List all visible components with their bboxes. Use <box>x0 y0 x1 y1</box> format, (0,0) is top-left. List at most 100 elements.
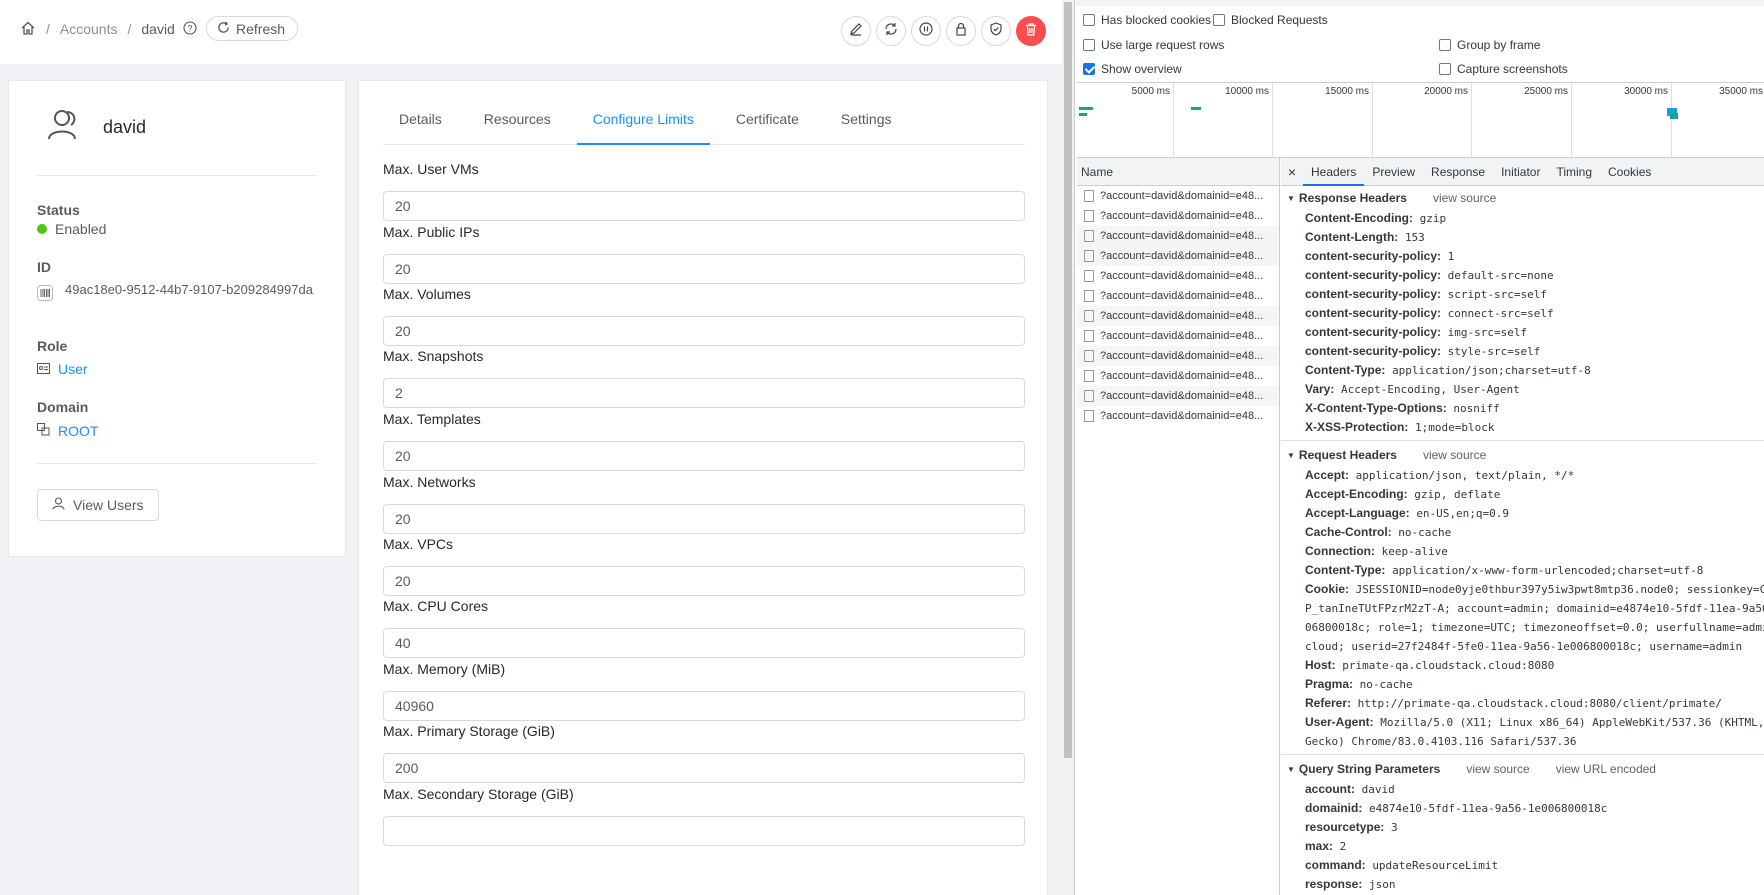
response-headers-section[interactable]: ▼ Response Headers view source <box>1281 187 1764 209</box>
limit-input-networks[interactable]: 20 <box>383 504 1025 534</box>
header-value: gzip <box>1419 212 1447 225</box>
network-overview[interactable]: 5000 ms 10000 ms 15000 ms 20000 ms 25000… <box>1077 82 1764 159</box>
tab-settings[interactable]: Settings <box>825 107 908 145</box>
view-url-encoded-link[interactable]: view URL encoded <box>1556 762 1656 776</box>
divider <box>1281 754 1764 755</box>
request-row[interactable]: ?account=david&domainid=e48... <box>1077 186 1279 206</box>
request-row[interactable]: ?account=david&domainid=e48... <box>1077 286 1279 306</box>
document-icon <box>1084 370 1094 382</box>
delete-account-button[interactable] <box>1016 16 1046 46</box>
breadcrumb-accounts[interactable]: Accounts <box>60 21 118 37</box>
disable-account-button[interactable] <box>911 16 941 46</box>
tab-resources[interactable]: Resources <box>468 107 567 145</box>
tab-cookies[interactable]: Cookies <box>1600 158 1659 186</box>
show-overview-checkbox[interactable]: Show overview <box>1083 62 1182 76</box>
request-row-selected[interactable]: ?account=david&domainid=e48... <box>1077 246 1279 266</box>
request-name: ?account=david&domainid=e48... <box>1100 370 1264 382</box>
header-value: JSESSIONID=node0yje0thbur397y5iw3pwt8mtp… <box>1355 583 1764 596</box>
request-name: ?account=david&domainid=e48... <box>1100 310 1264 322</box>
request-row[interactable]: ?account=david&domainid=e48... <box>1077 266 1279 286</box>
action-buttons <box>841 16 1046 46</box>
limit-input-public-ips[interactable]: 20 <box>383 254 1025 284</box>
header-key: content-security-policy: <box>1305 268 1442 282</box>
header-value: script-src=self <box>1447 288 1547 301</box>
timeline-tick-label: 30000 ms <box>1624 86 1668 97</box>
home-icon[interactable] <box>20 20 36 39</box>
tab-details[interactable]: Details <box>383 107 458 145</box>
tab-initiator[interactable]: Initiator <box>1493 158 1548 186</box>
status-dot <box>37 224 47 234</box>
limit-input-snapshots[interactable]: 2 <box>383 378 1025 408</box>
id-label: ID <box>37 259 51 275</box>
header-key: account: <box>1305 782 1356 796</box>
capture-screenshots-checkbox[interactable]: Capture screenshots <box>1439 62 1568 76</box>
request-marker <box>1670 113 1678 119</box>
request-row[interactable]: ?account=david&domainid=e48... <box>1077 306 1279 326</box>
document-icon <box>1084 390 1094 402</box>
request-row[interactable]: ?account=david&domainid=e48... <box>1077 406 1279 426</box>
limit-secondary-storage: Max. Secondary Storage (GiB) <box>383 786 1025 846</box>
top-bar: / Accounts / david ? Refresh <box>0 0 1062 64</box>
page-scrollbar-thumb[interactable] <box>1064 2 1072 758</box>
limit-input-cpu-cores[interactable]: 40 <box>383 628 1025 658</box>
edit-account-button[interactable] <box>841 16 871 46</box>
request-row[interactable]: ?account=david&domainid=e48... <box>1077 386 1279 406</box>
domain-link[interactable]: ROOT <box>58 423 98 439</box>
tab-timing[interactable]: Timing <box>1548 158 1600 186</box>
limit-input-user-vms[interactable]: 20 <box>383 191 1025 221</box>
limit-input-primary-storage[interactable]: 200 <box>383 753 1025 783</box>
tab-configure-limits[interactable]: Configure Limits <box>576 107 710 145</box>
header-value: 153 <box>1404 231 1425 244</box>
request-row[interactable]: ?account=david&domainid=e48... <box>1077 206 1279 226</box>
header-row: account: david <box>1281 780 1764 799</box>
header-row: Connection: keep-alive <box>1281 542 1764 561</box>
tab-response[interactable]: Response <box>1423 158 1493 186</box>
name-column-header[interactable]: Name <box>1077 158 1279 186</box>
view-source-link[interactable]: view source <box>1466 762 1529 776</box>
security-button[interactable] <box>981 16 1011 46</box>
header-value: application/json;charset=utf-8 <box>1392 364 1591 377</box>
checkbox-label: Use large request rows <box>1101 38 1225 52</box>
request-row[interactable]: ?account=david&domainid=e48... <box>1077 326 1279 346</box>
header-row: content-security-policy: connect-src=sel… <box>1281 304 1764 323</box>
large-request-rows-checkbox[interactable]: Use large request rows <box>1083 38 1224 52</box>
question-circle-icon[interactable]: ? <box>183 20 197 38</box>
request-detail: × Headers Preview Response Initiator Tim… <box>1281 158 1764 895</box>
role-link[interactable]: User <box>58 361 88 377</box>
header-row: X-XSS-Protection: 1;mode=block <box>1281 418 1764 437</box>
tab-certificate[interactable]: Certificate <box>720 107 815 145</box>
has-blocked-cookies-checkbox[interactable]: Has blocked cookies <box>1083 13 1211 27</box>
request-name: ?account=david&domainid=e48... <box>1100 410 1264 422</box>
request-row[interactable]: ?account=david&domainid=e48... <box>1077 226 1279 246</box>
tab-headers[interactable]: Headers <box>1303 158 1365 186</box>
header-key: Vary: <box>1305 382 1335 396</box>
request-row[interactable]: ?account=david&domainid=e48... <box>1077 366 1279 386</box>
update-resource-count-button[interactable] <box>876 16 906 46</box>
document-icon <box>1084 210 1094 222</box>
lock-account-button[interactable] <box>946 16 976 46</box>
view-users-button[interactable]: View Users <box>37 489 159 521</box>
limit-input-secondary-storage[interactable] <box>383 816 1025 846</box>
limit-primary-storage: Max. Primary Storage (GiB) 200 <box>383 723 1025 783</box>
view-source-link[interactable]: view source <box>1423 448 1486 462</box>
limit-input-templates[interactable]: 20 <box>383 441 1025 471</box>
close-icon[interactable]: × <box>1281 164 1303 180</box>
document-icon <box>1084 330 1094 342</box>
limit-input-volumes[interactable]: 20 <box>383 316 1025 346</box>
header-row: Content-Type: application/x-www-form-url… <box>1281 561 1764 580</box>
limit-input-memory[interactable]: 40960 <box>383 691 1025 721</box>
refresh-button[interactable]: Refresh <box>206 16 299 41</box>
query-params-section[interactable]: ▼ Query String Parameters view source vi… <box>1281 758 1764 780</box>
barcode-icon[interactable] <box>37 285 53 306</box>
view-source-link[interactable]: view source <box>1433 191 1496 205</box>
header-value: application/x-www-form-urlencoded;charse… <box>1392 564 1704 577</box>
tab-preview[interactable]: Preview <box>1364 158 1423 186</box>
blocked-requests-checkbox[interactable]: Blocked Requests <box>1213 13 1328 27</box>
block-icon <box>37 423 50 439</box>
limit-input-vpcs[interactable]: 20 <box>383 566 1025 596</box>
status-text: Enabled <box>55 221 107 237</box>
request-row[interactable]: ?account=david&domainid=e48... <box>1077 346 1279 366</box>
limit-memory: Max. Memory (MiB) 40960 <box>383 661 1025 721</box>
group-by-frame-checkbox[interactable]: Group by frame <box>1439 38 1540 52</box>
request-headers-section[interactable]: ▼ Request Headers view source <box>1281 444 1764 466</box>
